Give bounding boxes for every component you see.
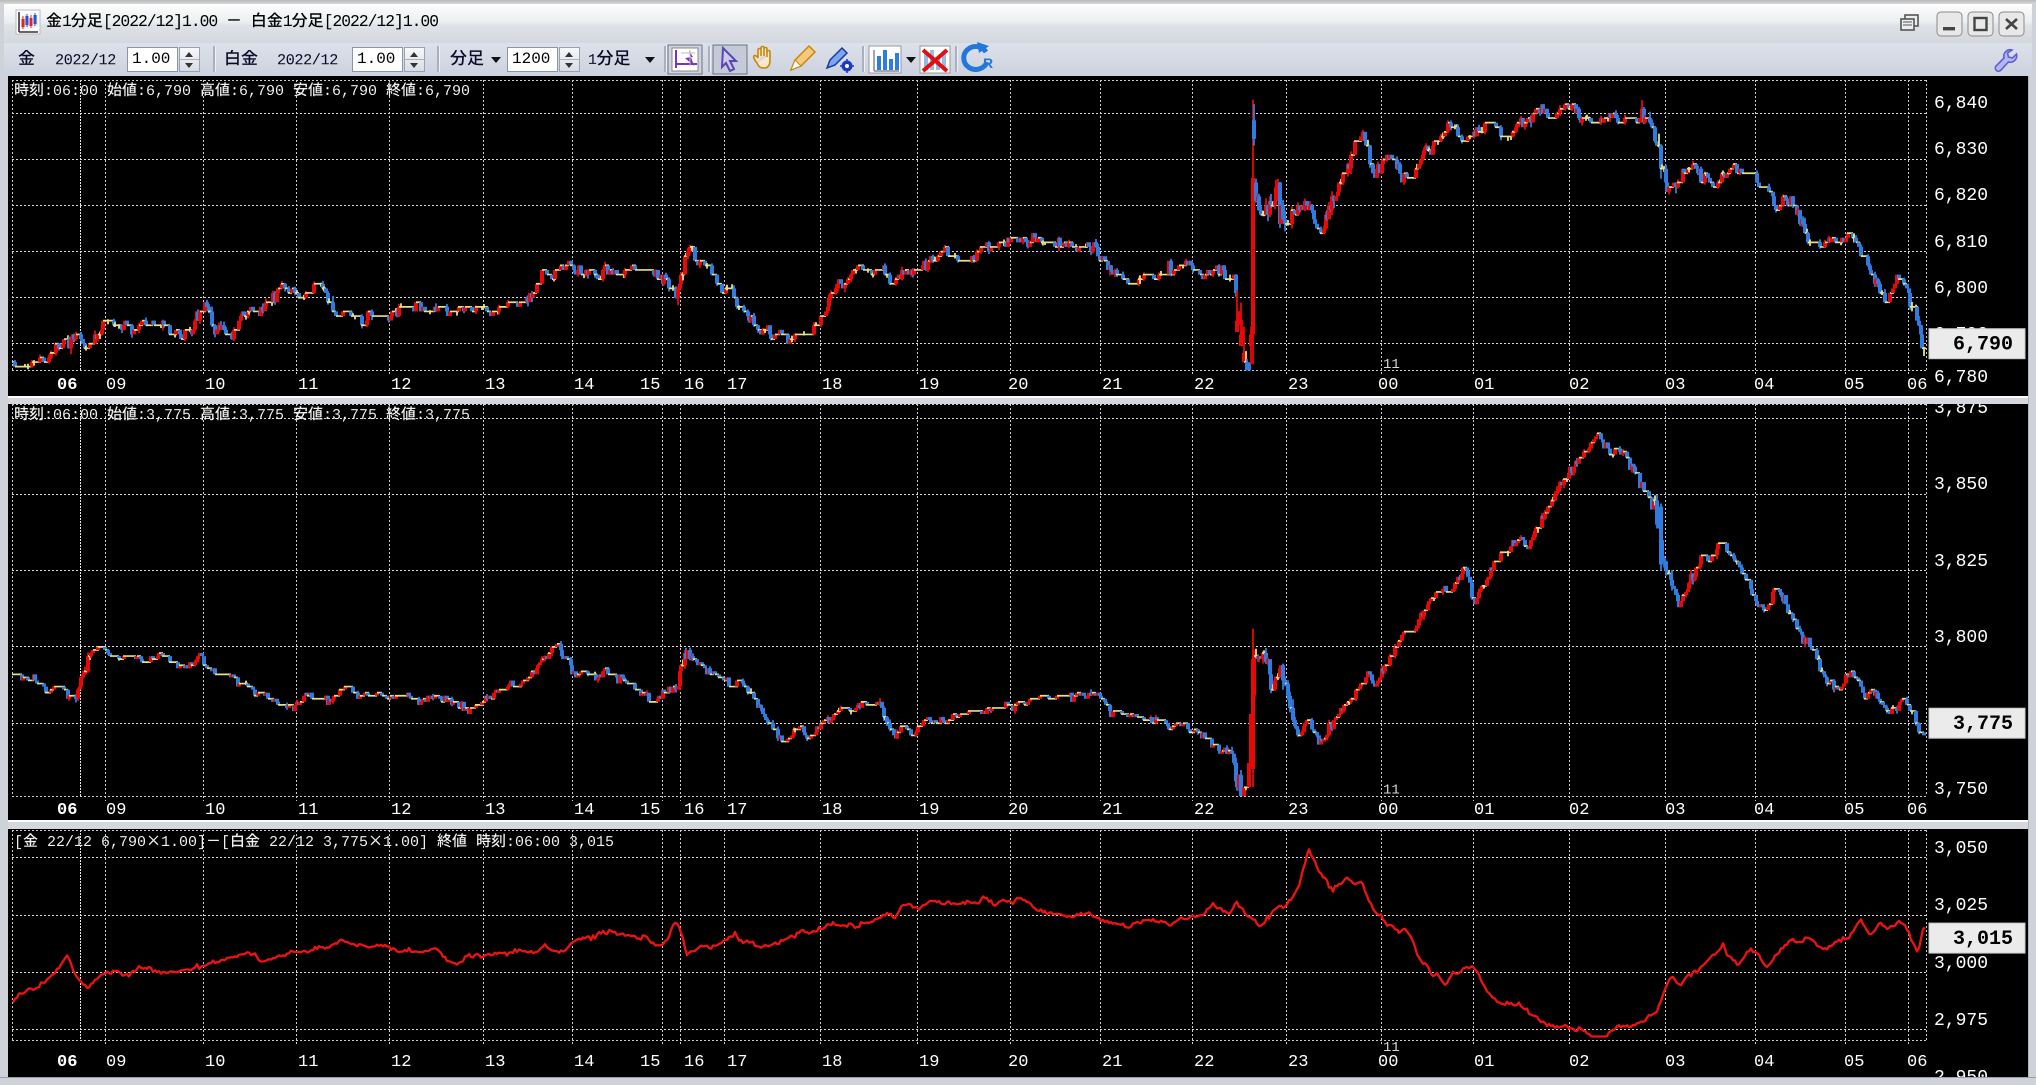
svg-text:23: 23 — [1288, 801, 1308, 820]
svg-text:3,775: 3,775 — [1953, 713, 2013, 736]
svg-text:01: 01 — [1474, 801, 1494, 820]
svg-text:20: 20 — [1008, 1053, 1028, 1072]
svg-text:3,750: 3,750 — [1934, 780, 1988, 800]
svg-text:14: 14 — [574, 376, 594, 395]
svg-text:6,830: 6,830 — [1934, 140, 1988, 160]
svg-text:13: 13 — [485, 801, 505, 820]
svg-text:22: 22 — [1194, 1053, 1214, 1072]
svg-text:06: 06 — [1907, 1053, 1927, 1072]
svg-text:15: 15 — [640, 801, 660, 820]
svg-text:00: 00 — [1378, 801, 1398, 820]
svg-text:14: 14 — [574, 1053, 594, 1072]
svg-text:22: 22 — [1194, 376, 1214, 395]
svg-text:21: 21 — [1102, 1053, 1122, 1072]
svg-text:03: 03 — [1665, 801, 1685, 820]
svg-text:03: 03 — [1665, 376, 1685, 395]
svg-text:19: 19 — [919, 801, 939, 820]
svg-text:05: 05 — [1844, 801, 1864, 820]
svg-text:18: 18 — [822, 801, 842, 820]
svg-text:17: 17 — [727, 376, 747, 395]
svg-text:13: 13 — [485, 1053, 505, 1072]
svg-text:23: 23 — [1288, 1053, 1308, 1072]
svg-text:11: 11 — [298, 1053, 318, 1072]
svg-text:12: 12 — [391, 376, 411, 395]
svg-text:09: 09 — [106, 1053, 126, 1072]
svg-text:16: 16 — [684, 801, 704, 820]
svg-text:20: 20 — [1008, 376, 1028, 395]
svg-text:12: 12 — [391, 801, 411, 820]
svg-text:06: 06 — [57, 801, 77, 820]
svg-text:10: 10 — [205, 1053, 225, 1072]
svg-text:15: 15 — [640, 1053, 660, 1072]
svg-text:3,850: 3,850 — [1934, 475, 1988, 495]
svg-text:18: 18 — [822, 1053, 842, 1072]
svg-text:05: 05 — [1844, 376, 1864, 395]
svg-text:04: 04 — [1754, 376, 1774, 395]
svg-text:21: 21 — [1102, 376, 1122, 395]
svg-text:06: 06 — [57, 1053, 77, 1072]
svg-text:00: 00 — [1378, 376, 1398, 395]
svg-text:3,825: 3,825 — [1934, 552, 1988, 572]
svg-text:21: 21 — [1102, 801, 1122, 820]
svg-text:06: 06 — [57, 376, 77, 395]
svg-text:22: 22 — [1194, 801, 1214, 820]
svg-text:16: 16 — [684, 1053, 704, 1072]
svg-text:11: 11 — [1383, 357, 1400, 373]
svg-text:6,780: 6,780 — [1934, 368, 1988, 388]
svg-text:3,800: 3,800 — [1934, 628, 1988, 648]
svg-text:6,800: 6,800 — [1934, 279, 1988, 299]
svg-text:3,015: 3,015 — [1953, 928, 2013, 951]
svg-text:6,840: 6,840 — [1934, 94, 1988, 114]
svg-text:19: 19 — [919, 376, 939, 395]
svg-text:04: 04 — [1754, 801, 1774, 820]
svg-text:3,000: 3,000 — [1934, 954, 1988, 974]
svg-text:10: 10 — [205, 801, 225, 820]
svg-text:18: 18 — [822, 376, 842, 395]
svg-text:6,820: 6,820 — [1934, 186, 1988, 206]
svg-text:02: 02 — [1569, 801, 1589, 820]
svg-text:19: 19 — [919, 1053, 939, 1072]
svg-text:17: 17 — [727, 1053, 747, 1072]
svg-text:09: 09 — [106, 801, 126, 820]
svg-text:01: 01 — [1474, 376, 1494, 395]
svg-text:6,790: 6,790 — [1953, 334, 2013, 357]
svg-text:02: 02 — [1569, 376, 1589, 395]
svg-text:06: 06 — [1907, 376, 1927, 395]
svg-text:01: 01 — [1474, 1053, 1494, 1072]
svg-text:11: 11 — [1383, 783, 1400, 799]
svg-text:16: 16 — [684, 376, 704, 395]
svg-text:02: 02 — [1569, 1053, 1589, 1072]
svg-text:3,050: 3,050 — [1934, 839, 1988, 859]
svg-text:11: 11 — [1383, 1040, 1400, 1056]
svg-text:15: 15 — [640, 376, 660, 395]
svg-text:23: 23 — [1288, 376, 1308, 395]
svg-text:03: 03 — [1665, 1053, 1685, 1072]
svg-text:3,025: 3,025 — [1934, 896, 1988, 916]
svg-text:05: 05 — [1844, 1053, 1864, 1072]
svg-text:2,975: 2,975 — [1934, 1011, 1988, 1031]
svg-text:17: 17 — [727, 801, 747, 820]
svg-text:09: 09 — [106, 376, 126, 395]
svg-text:06: 06 — [1907, 801, 1927, 820]
svg-text:12: 12 — [391, 1053, 411, 1072]
svg-text:04: 04 — [1754, 1053, 1774, 1072]
svg-text:6,810: 6,810 — [1934, 233, 1988, 253]
svg-text:14: 14 — [574, 801, 594, 820]
svg-text:13: 13 — [485, 376, 505, 395]
svg-text:11: 11 — [298, 801, 318, 820]
svg-text:10: 10 — [205, 376, 225, 395]
svg-text:11: 11 — [298, 376, 318, 395]
svg-text:20: 20 — [1008, 801, 1028, 820]
